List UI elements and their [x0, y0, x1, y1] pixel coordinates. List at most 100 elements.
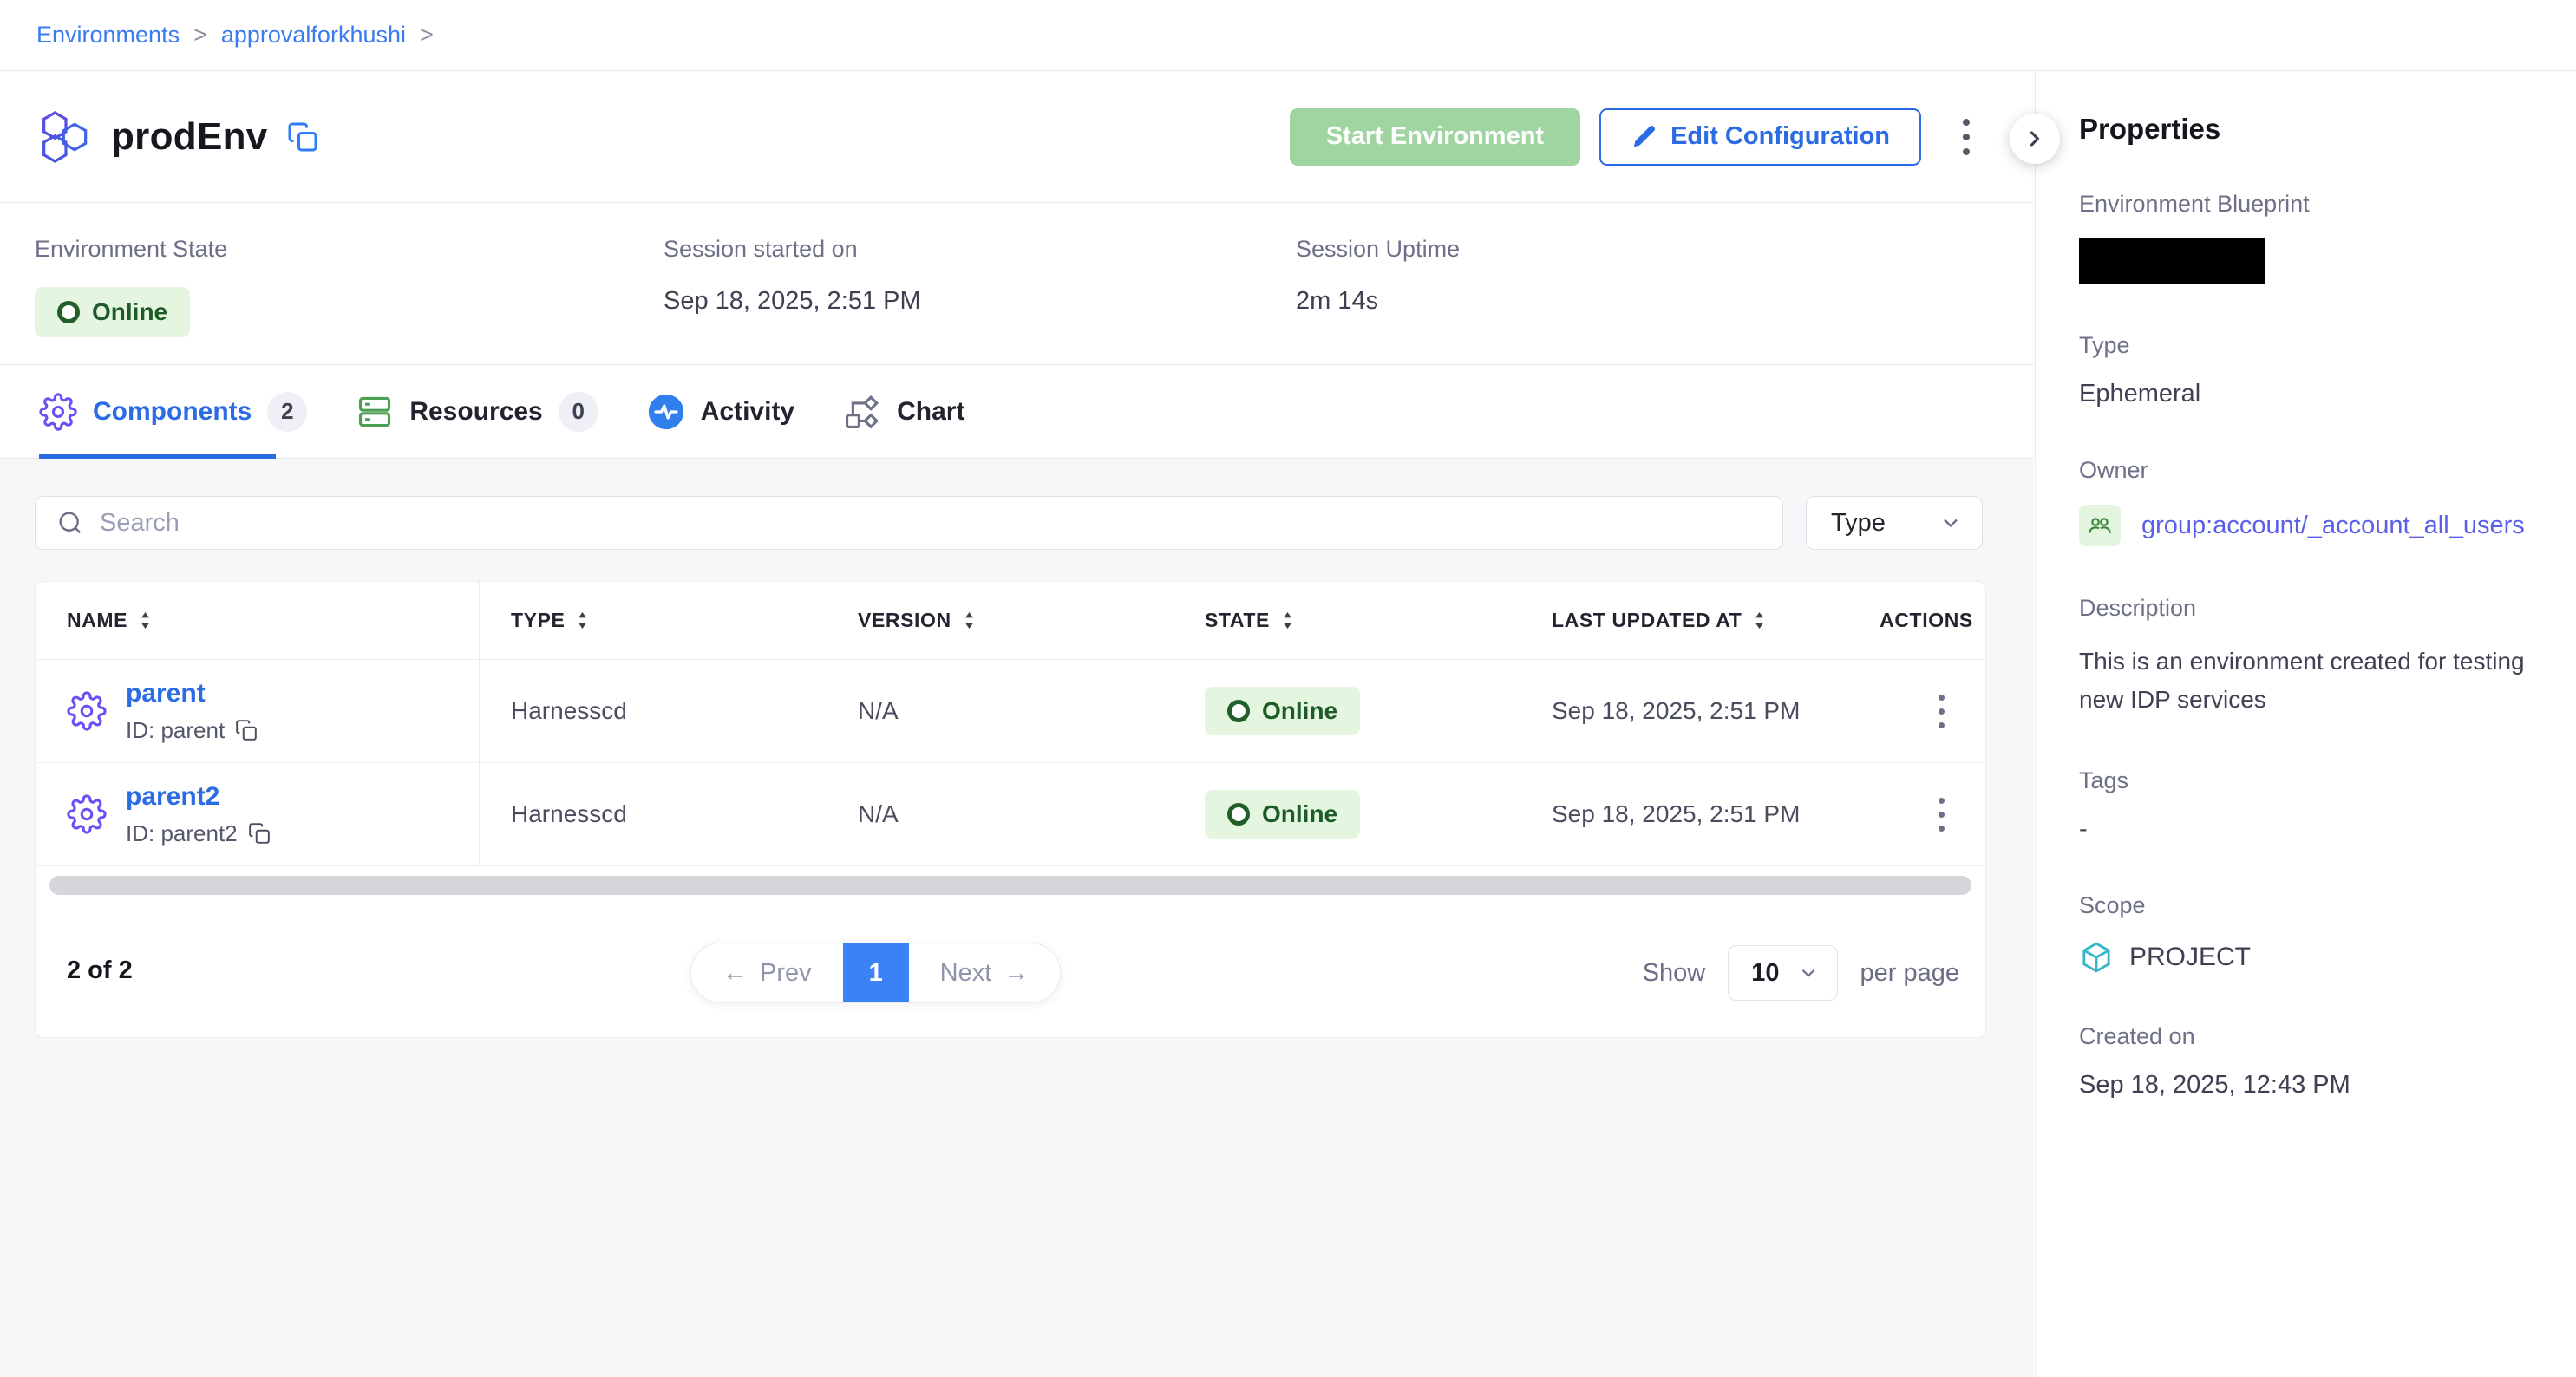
owner-label: Owner [2079, 457, 2541, 484]
active-tab-underline [39, 454, 276, 459]
sort-icon [964, 611, 975, 630]
scope-value: PROJECT [2129, 943, 2251, 972]
copy-id-icon[interactable] [235, 719, 258, 741]
type-cell: Harnesscd [480, 763, 827, 865]
breadcrumb-project[interactable]: approvalforkhushi [221, 22, 406, 49]
next-page-button[interactable]: Next → [909, 943, 1061, 1002]
online-dot-icon [1227, 700, 1250, 722]
tab-components-label: Components [93, 397, 252, 427]
horizontal-scrollbar[interactable] [49, 876, 1971, 895]
column-label: LAST UPDATED AT [1552, 609, 1742, 632]
blueprint-label: Environment Blueprint [2079, 191, 2541, 218]
flow-chart-icon [843, 393, 881, 431]
tab-activity-label: Activity [701, 397, 794, 427]
table-row: parent ID: parent Harnesscd N/A [36, 660, 1985, 763]
copy-id-icon[interactable] [248, 822, 271, 845]
column-label: ACTIONS [1880, 609, 1973, 632]
tab-bar: Components 2 Resources 0 A [0, 365, 2034, 459]
components-table-card: NAME TYPE VERSION STATE LAST UPDATED AT … [35, 581, 1986, 1038]
row-actions-button[interactable] [1926, 786, 1957, 844]
tab-activity[interactable]: Activity [647, 393, 794, 431]
chevron-down-icon [1797, 962, 1820, 984]
tags-label: Tags [2079, 767, 2541, 794]
page-number-button[interactable]: 1 [843, 943, 909, 1003]
blueprint-field: Environment Blueprint [2079, 191, 2541, 284]
tab-components[interactable]: Components 2 [39, 392, 307, 432]
session-uptime-block: Session Uptime 2m 14s [1296, 236, 1460, 316]
column-label: VERSION [858, 609, 951, 632]
scope-field: Scope PROJECT [2079, 892, 2541, 975]
type-value: Ephemeral [2079, 380, 2541, 408]
description-field: Description This is an environment creat… [2079, 595, 2541, 719]
online-dot-icon [1227, 803, 1250, 826]
stack-icon [356, 393, 394, 431]
pagination-summary: 2 of 2 [67, 956, 133, 985]
environment-state-block: Environment State Online [35, 236, 227, 337]
column-label: STATE [1205, 609, 1270, 632]
page-header: prodEnv Start Environment Edit Configura… [0, 71, 2034, 203]
tags-value: - [2079, 815, 2541, 844]
table-header-row: NAME TYPE VERSION STATE LAST UPDATED AT … [36, 582, 1985, 660]
column-header-version[interactable]: VERSION [827, 582, 1174, 659]
version-cell: N/A [827, 660, 1174, 762]
state-cell: Online [1174, 763, 1520, 865]
prev-page-button[interactable]: ← Prev [691, 943, 843, 1002]
row-actions-button[interactable] [1926, 682, 1957, 741]
sort-icon [1754, 611, 1765, 630]
main-content: prodEnv Start Environment Edit Configura… [0, 71, 2034, 1377]
last-updated-cell: Sep 18, 2025, 2:51 PM [1520, 763, 1867, 865]
edit-configuration-label: Edit Configuration [1670, 122, 1890, 151]
name-cell: parent ID: parent [36, 660, 480, 762]
per-page-label: per page [1860, 959, 1960, 988]
tab-chart-label: Chart [897, 397, 964, 427]
column-header-type[interactable]: TYPE [480, 582, 827, 659]
breadcrumb-separator: > [420, 22, 434, 49]
column-header-state[interactable]: STATE [1174, 582, 1520, 659]
start-environment-button[interactable]: Start Environment [1290, 108, 1580, 166]
page-size-select[interactable]: 10 [1728, 945, 1837, 1001]
type-filter-label: Type [1831, 509, 1939, 538]
arrow-left-icon: ← [722, 959, 748, 988]
component-id: ID: parent2 [126, 820, 238, 847]
edit-configuration-button[interactable]: Edit Configuration [1599, 108, 1921, 166]
state-value: Online [1262, 800, 1337, 828]
environment-state-badge: Online [35, 287, 190, 337]
collapse-panel-button[interactable] [2010, 114, 2060, 164]
version-cell: N/A [827, 763, 1174, 865]
next-label: Next [940, 959, 992, 988]
environment-state-label: Environment State [35, 236, 227, 263]
online-dot-icon [57, 301, 80, 323]
tab-chart[interactable]: Chart [843, 393, 964, 431]
component-id: ID: parent [126, 717, 225, 744]
scope-label: Scope [2079, 892, 2541, 919]
type-filter-dropdown[interactable]: Type [1806, 496, 1983, 550]
type-field: Type Ephemeral [2079, 332, 2541, 408]
breadcrumb-separator: > [193, 22, 207, 49]
component-name-link[interactable]: parent2 [126, 782, 271, 812]
page-size-value: 10 [1751, 959, 1779, 988]
component-name-link[interactable]: parent [126, 679, 258, 708]
tab-resources-label: Resources [409, 397, 542, 427]
description-label: Description [2079, 595, 2541, 622]
online-badge: Online [1205, 687, 1360, 735]
search-input[interactable] [100, 509, 1762, 538]
search-field [35, 496, 1783, 550]
owner-field: Owner group:account/_account_all_users [2079, 457, 2541, 546]
header-more-actions-button[interactable] [1951, 107, 1982, 167]
properties-title: Properties [2079, 113, 2541, 146]
column-header-last-updated[interactable]: LAST UPDATED AT [1520, 582, 1867, 659]
gear-icon [67, 691, 107, 731]
name-cell: parent2 ID: parent2 [36, 763, 480, 865]
environment-state-value: Online [92, 298, 167, 326]
tab-components-count: 2 [267, 392, 307, 432]
copy-title-icon[interactable] [287, 121, 318, 153]
tab-resources[interactable]: Resources 0 [356, 392, 598, 432]
group-icon [2079, 505, 2121, 546]
last-updated-cell: Sep 18, 2025, 2:51 PM [1520, 660, 1867, 762]
column-header-name[interactable]: NAME [36, 582, 480, 659]
blueprint-redacted-value [2079, 238, 2265, 284]
breadcrumb-environments[interactable]: Environments [36, 22, 180, 49]
arrow-right-icon: → [1004, 959, 1029, 988]
owner-group-link[interactable]: group:account/_account_all_users [2141, 512, 2525, 540]
session-started-block: Session started on Sep 18, 2025, 2:51 PM [664, 236, 921, 316]
